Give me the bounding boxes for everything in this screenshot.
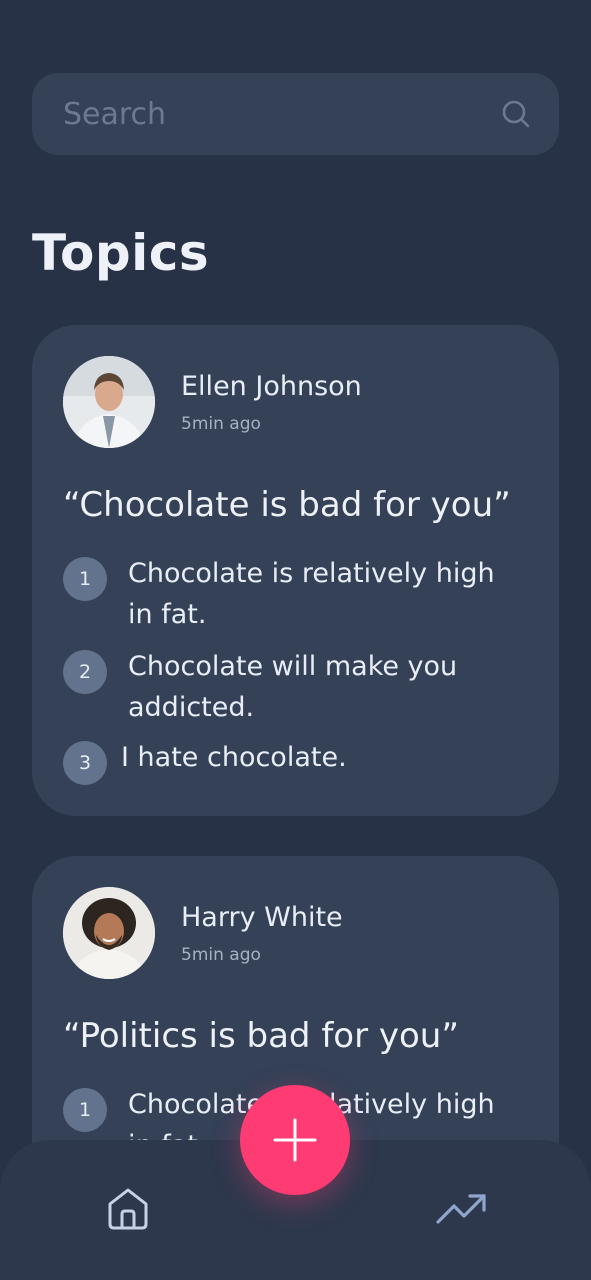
point-text: I hate chocolate. (121, 742, 347, 773)
topic-card[interactable]: Ellen Johnson 5min ago “Chocolate is bad… (32, 325, 559, 816)
author-name[interactable]: Harry White (181, 902, 343, 933)
avatar-photo (63, 887, 155, 979)
search-input[interactable] (63, 73, 483, 155)
home-icon[interactable] (104, 1184, 152, 1232)
topic-quote[interactable]: “Chocolate is bad for you” (63, 485, 511, 525)
post-time: 5min ago (181, 414, 261, 434)
point-text: Chocolate will make you addicted. (128, 651, 458, 723)
topic-quote[interactable]: “Politics is bad for you” (63, 1016, 459, 1056)
trending-up-icon[interactable] (436, 1192, 488, 1226)
author-name[interactable]: Ellen Johnson (181, 371, 362, 402)
avatar[interactable] (63, 887, 155, 979)
avatar[interactable] (63, 356, 155, 448)
search-bar[interactable] (32, 73, 559, 155)
add-topic-button[interactable] (240, 1085, 350, 1195)
post-time: 5min ago (181, 945, 261, 965)
point-number: 2 (63, 650, 107, 694)
page-title: Topics (32, 224, 210, 282)
plus-icon (273, 1118, 317, 1162)
point-number: 1 (63, 1088, 107, 1132)
search-icon[interactable] (500, 98, 532, 130)
point-number: 1 (63, 557, 107, 601)
point-text: Chocolate is relatively high in fat. (128, 558, 495, 630)
avatar-photo (63, 356, 155, 448)
point-number: 3 (63, 741, 107, 785)
